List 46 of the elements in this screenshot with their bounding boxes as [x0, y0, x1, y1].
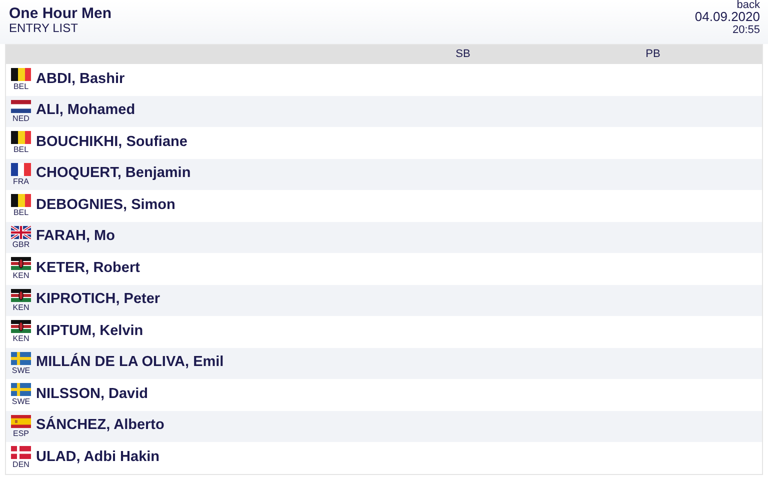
athlete-name: KETER, Robert: [36, 258, 140, 278]
country-code: SWE: [12, 366, 30, 375]
country-code: BEL: [13, 145, 29, 154]
country-code: FRA: [13, 176, 29, 186]
flag-icon: [11, 162, 31, 176]
country-code: SWE: [12, 397, 30, 406]
athlete-name: NILSSON, David: [36, 384, 148, 404]
country-code: NED: [12, 114, 30, 123]
country-code: ESP: [12, 428, 29, 438]
country-code: DEN: [12, 460, 30, 470]
athlete-name: FARAH, Mo: [36, 227, 115, 246]
athlete-name: DEBOGNIES, Simon: [36, 196, 176, 215]
back-link[interactable]: back: [736, 0, 760, 10]
column-header: SB: [454, 47, 472, 61]
country-code: BEL: [13, 208, 29, 218]
athlete-name: KIPTUM, Kelvin: [36, 322, 144, 341]
flag-icon: [11, 352, 31, 365]
flag-icon: [11, 100, 31, 113]
column-header: PB: [644, 47, 662, 61]
country-code: BEL: [13, 82, 29, 92]
athlete-name: CHOQUERT, Benjamin: [36, 164, 191, 184]
page-title: One Hour Men: [9, 5, 112, 22]
country-code: KEN: [12, 302, 30, 312]
date-text: 04.09.2020: [694, 10, 760, 24]
athlete-name: ULAD, Adbi Hakin: [36, 448, 160, 467]
flag-icon: [11, 194, 31, 208]
flag-icon: [11, 446, 31, 460]
athlete-name: ABDI, Bashir: [36, 70, 125, 89]
country-code: KEN: [12, 271, 30, 280]
athlete-name: MILLÁN DE LA OLIVA, Emil: [36, 352, 224, 372]
flag-icon: [11, 414, 31, 428]
flag-icon: [11, 257, 31, 270]
athlete-name: SÁNCHEZ, Alberto: [36, 415, 164, 436]
flag-icon: [11, 288, 31, 302]
country-code: GBR: [12, 240, 30, 249]
athlete-name: BOUCHIKHI, Soufiane: [36, 132, 188, 152]
flag-icon: [11, 226, 31, 239]
flag-icon: [11, 68, 31, 82]
page-subtitle: ENTRY LIST: [9, 22, 78, 35]
time-text: 20:55: [732, 24, 760, 37]
flag-icon: [11, 383, 31, 396]
flag-icon: [11, 320, 31, 334]
athlete-name: ALI, Mohamed: [36, 101, 136, 120]
athlete-name: KIPROTICH, Peter: [36, 290, 160, 310]
country-code: KEN: [12, 334, 30, 344]
flag-icon: [11, 131, 31, 144]
